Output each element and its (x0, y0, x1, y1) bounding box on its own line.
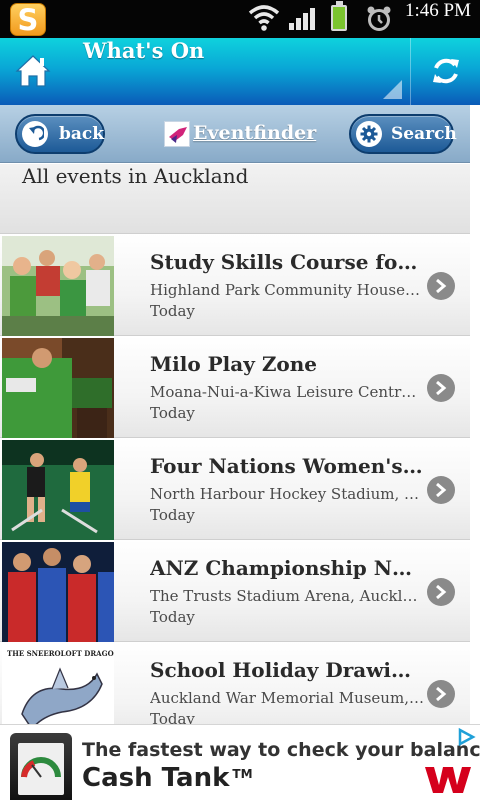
event-date: Today (150, 710, 195, 724)
wifi-icon (248, 5, 280, 31)
event-thumbnail (2, 440, 114, 540)
event-venue: North Harbour Hockey Stadium, Auckland (150, 485, 424, 503)
event-date: Today (150, 302, 195, 320)
event-title: ANZ Championship Netball (150, 556, 424, 580)
gear-icon (356, 121, 382, 147)
app-notification-icon: S (10, 3, 46, 36)
chevron-right-icon (427, 578, 455, 606)
event-venue: The Trusts Stadium Arena, Auckland (150, 587, 424, 605)
section-title: All events in Auckland (22, 164, 249, 188)
ad-choices-icon[interactable] (456, 727, 476, 747)
section-header: All events in Auckland (0, 164, 470, 234)
search-label: Search (391, 124, 457, 144)
list-item[interactable]: Milo Play Zone Moana-Nui-a-Kiwa Leisure … (0, 336, 470, 438)
event-venue: Auckland War Memorial Museum, Auckland (150, 689, 424, 707)
list-item[interactable]: THE SNEEROLOFT DRAGON School Holiday Dra… (0, 642, 470, 724)
page-title[interactable]: What's On (83, 38, 204, 63)
chevron-right-icon (427, 272, 455, 300)
ad-product-name: Cash Tank TM (82, 763, 253, 793)
westpac-logo-icon (425, 767, 471, 793)
event-venue: Highland Park Community House, Auckland (150, 281, 424, 299)
list-item[interactable]: ANZ Championship Netball The Trusts Stad… (0, 540, 470, 642)
list-item[interactable]: Four Nations Women's Hockey North Harbou… (0, 438, 470, 540)
alarm-icon (367, 6, 391, 31)
back-arrow-icon (22, 121, 48, 147)
back-button[interactable]: back (15, 114, 105, 154)
event-date: Today (150, 608, 195, 626)
app-bar: What's On (0, 38, 480, 105)
ad-banner[interactable]: The fastest way to check your balance Ca… (0, 724, 480, 800)
event-thumbnail: THE SNEEROLOFT DRAGON (2, 644, 114, 724)
event-title: Study Skills Course for College Students (150, 250, 424, 274)
dropdown-indicator-icon[interactable] (383, 80, 402, 99)
clock: 1:46 PM (405, 0, 471, 21)
search-button[interactable]: Search (349, 114, 457, 154)
thumbnail-caption: THE SNEEROLOFT DRAGON (7, 649, 114, 658)
phone-image (10, 733, 72, 800)
event-thumbnail (2, 542, 114, 642)
chevron-right-icon (427, 374, 455, 402)
refresh-button[interactable] (411, 38, 480, 105)
status-bar: S 1:46 PM (0, 0, 480, 38)
event-date: Today (150, 506, 195, 524)
ad-tagline: The fastest way to check your balance (82, 739, 480, 761)
eventfinder-logo-icon (164, 121, 190, 147)
refresh-icon (433, 58, 459, 84)
list-item[interactable]: Study Skills Course for College Students… (0, 234, 470, 336)
battery-icon (331, 1, 347, 31)
event-thumbnail (2, 338, 114, 438)
event-thumbnail (2, 236, 114, 336)
chevron-right-icon (427, 680, 455, 708)
chevron-right-icon (427, 476, 455, 504)
home-button[interactable] (0, 38, 66, 105)
event-venue: Moana-Nui-a-Kiwa Leisure Centre, Aucklan… (150, 383, 424, 401)
event-list: Study Skills Course for College Students… (0, 234, 470, 724)
toolbar: back Eventfinder Search (0, 105, 470, 163)
event-title: Milo Play Zone (150, 352, 318, 376)
signal-icon (289, 8, 315, 30)
home-icon (15, 55, 51, 87)
event-date: Today (150, 404, 195, 422)
event-title: School Holiday Drawing Workshop (150, 658, 424, 682)
event-title: Four Nations Women's Hockey (150, 454, 424, 478)
eventfinder-label: Eventfinder (193, 122, 317, 144)
back-label: back (59, 124, 105, 144)
